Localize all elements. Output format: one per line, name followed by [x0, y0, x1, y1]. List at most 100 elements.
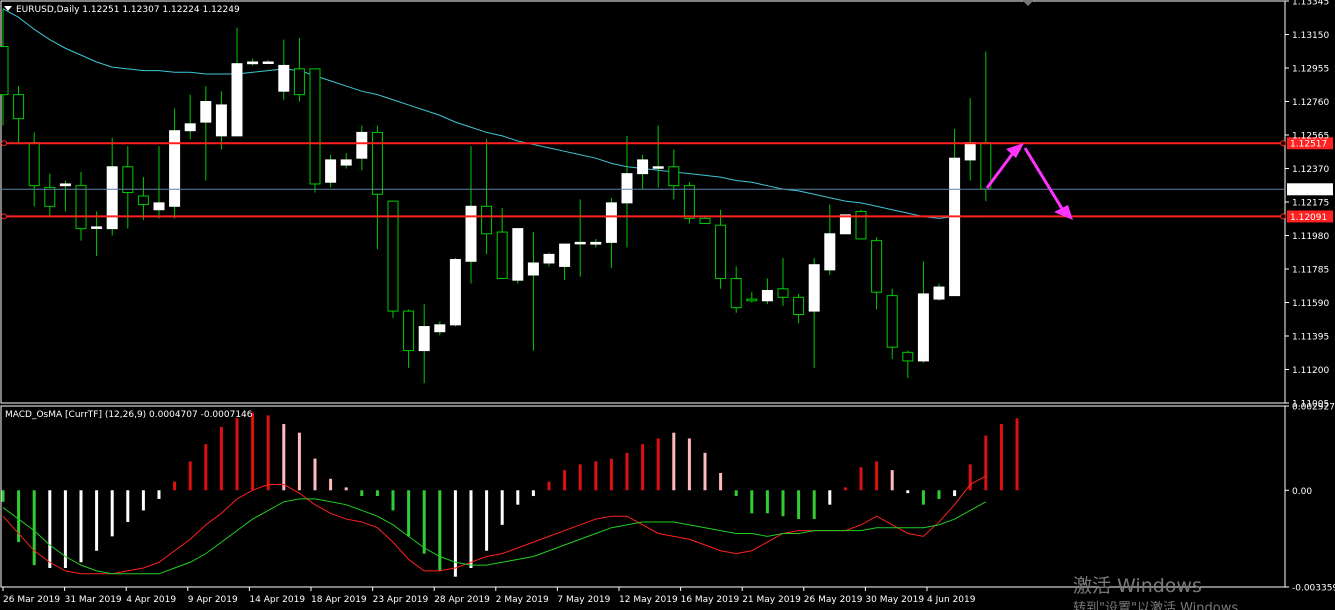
candle[interactable] — [403, 309, 415, 368]
candle-body — [371, 131, 383, 195]
chart-frames — [0, 0, 1286, 588]
candle[interactable] — [715, 209, 727, 289]
candle[interactable] — [652, 125, 664, 188]
candle[interactable] — [137, 177, 149, 221]
candle[interactable] — [496, 208, 508, 279]
candle[interactable] — [543, 252, 555, 267]
candle[interactable] — [699, 216, 711, 224]
candle[interactable] — [871, 237, 883, 310]
candle[interactable] — [309, 68, 321, 193]
candle[interactable] — [793, 293, 805, 324]
candle-body — [559, 243, 571, 267]
candle[interactable] — [574, 199, 586, 277]
candle[interactable] — [169, 108, 181, 219]
lower-support-line[interactable]: 1.12091 — [1, 210, 1333, 223]
candle[interactable] — [75, 171, 87, 241]
candle[interactable] — [964, 98, 976, 181]
signal-line — [2, 498, 987, 575]
candle[interactable] — [434, 321, 446, 336]
candle[interactable] — [824, 204, 836, 276]
candle[interactable] — [605, 197, 617, 269]
candle-body — [886, 295, 898, 348]
histogram-bar — [875, 461, 879, 491]
histogram-bar — [500, 490, 504, 525]
candle[interactable] — [527, 232, 539, 351]
line-handle-left[interactable] — [1, 140, 7, 147]
histogram-bar — [984, 435, 988, 491]
candle[interactable] — [637, 154, 649, 190]
candle[interactable] — [356, 125, 368, 171]
candle[interactable] — [886, 288, 898, 360]
candle[interactable] — [153, 146, 165, 219]
candle-body — [949, 157, 961, 297]
candle[interactable] — [746, 292, 758, 303]
line-handle-right[interactable] — [1280, 213, 1286, 220]
candle[interactable] — [590, 238, 602, 248]
candle[interactable] — [949, 128, 961, 297]
upper-resistance-line[interactable]: 1.12517 — [1, 137, 1333, 150]
candle[interactable] — [278, 39, 290, 100]
histogram-bar — [344, 487, 348, 491]
time-tick-label: 28 Apr 2019 — [434, 595, 490, 605]
candle[interactable] — [293, 37, 305, 102]
price-axis: 1.13345 1.13150 1.12955 1.12760 1.12565 1.123… — [1285, 0, 1335, 594]
candle[interactable] — [512, 228, 524, 284]
candles-layer[interactable] — [0, 8, 992, 384]
candle-body — [683, 185, 695, 219]
candle[interactable] — [200, 86, 212, 181]
histogram-bar — [422, 490, 426, 554]
candle[interactable] — [730, 266, 742, 313]
candle[interactable] — [808, 257, 820, 368]
arrow-up-head — [1006, 143, 1024, 158]
candle[interactable] — [761, 278, 773, 305]
histogram-bar — [641, 444, 645, 491]
candle[interactable] — [855, 209, 867, 240]
candle[interactable] — [980, 51, 992, 202]
candle[interactable] — [933, 283, 945, 301]
candle[interactable] — [465, 146, 477, 284]
candle[interactable] — [91, 211, 103, 257]
candle[interactable] — [668, 149, 680, 200]
candle-body — [75, 185, 87, 230]
candle[interactable] — [340, 153, 352, 169]
candle[interactable] — [215, 91, 227, 150]
candle-body — [496, 231, 508, 279]
histogram-bar — [297, 432, 301, 491]
price-tick-label: 1.12370 — [1292, 165, 1329, 175]
candle-body — [699, 217, 711, 224]
candle[interactable] — [184, 94, 196, 140]
candle[interactable] — [839, 214, 851, 235]
candle-body — [980, 142, 992, 190]
line-handle-left[interactable] — [1, 213, 7, 220]
candle[interactable] — [481, 139, 493, 255]
candle[interactable] — [231, 27, 243, 137]
line-handle-right[interactable] — [1280, 140, 1286, 147]
candle-body — [153, 202, 165, 211]
price-lines-layer[interactable]: 1.12517 1.12091 1.12249 — [1, 137, 1333, 223]
candle[interactable] — [418, 304, 430, 384]
candle[interactable] — [247, 58, 259, 66]
candle[interactable] — [621, 135, 633, 248]
candle[interactable] — [13, 86, 25, 145]
candle[interactable] — [106, 137, 118, 236]
price-tag-label: 1.12091 — [1290, 213, 1327, 223]
candle-body — [231, 63, 243, 137]
trading-chart[interactable]: 1.12517 1.12091 1.12249 1.13345 1.13150 1.12… — [0, 0, 1335, 610]
candle[interactable] — [387, 200, 399, 318]
histogram-bar — [703, 452, 707, 491]
candle-body — [247, 61, 259, 65]
candle[interactable] — [59, 180, 71, 212]
candle[interactable] — [917, 261, 929, 363]
candle-body — [902, 351, 914, 362]
histogram-bar — [937, 490, 941, 499]
histogram-bar — [750, 490, 754, 514]
candle[interactable] — [262, 60, 274, 64]
candle[interactable] — [325, 154, 337, 188]
candle[interactable] — [559, 243, 571, 281]
shift-marker-icon[interactable] — [1022, 0, 1034, 6]
candle[interactable] — [777, 257, 789, 306]
candle[interactable] — [44, 173, 56, 217]
candle[interactable] — [902, 350, 914, 379]
current-price-line[interactable]: 1.12249 — [1, 183, 1333, 196]
candle[interactable] — [449, 257, 461, 327]
